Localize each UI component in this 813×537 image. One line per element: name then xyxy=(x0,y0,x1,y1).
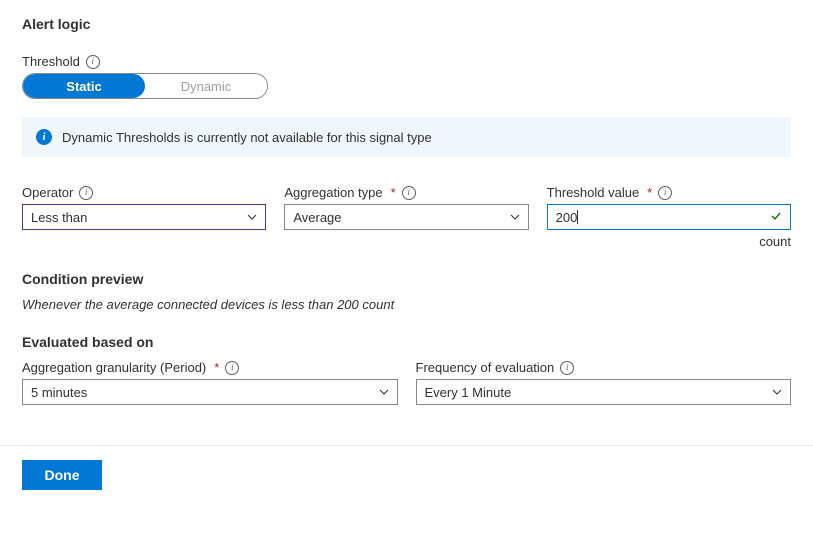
frequency-value: Every 1 Minute xyxy=(425,385,512,400)
chevron-down-icon xyxy=(379,387,389,397)
done-button[interactable]: Done xyxy=(22,460,102,490)
frequency-label: Frequency of evaluation i xyxy=(416,360,792,375)
threshold-value-label-text: Threshold value xyxy=(547,185,640,200)
evaluated-heading: Evaluated based on xyxy=(22,334,791,350)
chevron-down-icon xyxy=(247,212,257,222)
condition-preview-text: Whenever the average connected devices i… xyxy=(22,297,791,312)
info-icon[interactable]: i xyxy=(225,361,239,375)
threshold-toggle: Static Dynamic xyxy=(22,73,268,99)
threshold-value-label: Threshold value * i xyxy=(547,185,791,200)
required-asterisk: * xyxy=(214,360,219,375)
threshold-unit: count xyxy=(547,234,791,249)
operator-select[interactable]: Less than xyxy=(22,204,266,230)
info-icon[interactable]: i xyxy=(402,186,416,200)
operator-value: Less than xyxy=(31,210,87,225)
frequency-label-text: Frequency of evaluation xyxy=(416,360,555,375)
aggregation-select[interactable]: Average xyxy=(284,204,528,230)
granularity-select[interactable]: 5 minutes xyxy=(22,379,398,405)
threshold-option-dynamic[interactable]: Dynamic xyxy=(145,74,267,98)
aggregation-value: Average xyxy=(293,210,341,225)
text-cursor xyxy=(577,210,578,224)
chevron-down-icon xyxy=(510,212,520,222)
section-title-alert-logic: Alert logic xyxy=(22,16,791,32)
info-icon[interactable]: i xyxy=(86,55,100,69)
granularity-label-text: Aggregation granularity (Period) xyxy=(22,360,206,375)
granularity-value: 5 minutes xyxy=(31,385,87,400)
condition-preview-heading: Condition preview xyxy=(22,271,791,287)
threshold-option-static[interactable]: Static xyxy=(23,74,145,98)
check-icon xyxy=(770,210,782,225)
operator-label-text: Operator xyxy=(22,185,73,200)
threshold-label-text: Threshold xyxy=(22,54,80,69)
required-asterisk: * xyxy=(647,185,652,200)
threshold-label: Threshold i xyxy=(22,54,791,69)
info-banner: i Dynamic Thresholds is currently not av… xyxy=(22,117,791,157)
operator-label: Operator i xyxy=(22,185,266,200)
required-asterisk: * xyxy=(391,185,396,200)
threshold-value-input[interactable]: 200 xyxy=(547,204,791,230)
info-icon[interactable]: i xyxy=(658,186,672,200)
info-icon[interactable]: i xyxy=(560,361,574,375)
chevron-down-icon xyxy=(772,387,782,397)
info-banner-text: Dynamic Thresholds is currently not avai… xyxy=(62,130,432,145)
aggregation-label-text: Aggregation type xyxy=(284,185,382,200)
aggregation-label: Aggregation type * i xyxy=(284,185,528,200)
info-icon[interactable]: i xyxy=(79,186,93,200)
frequency-select[interactable]: Every 1 Minute xyxy=(416,379,792,405)
threshold-value-text: 200 xyxy=(556,210,578,225)
granularity-label: Aggregation granularity (Period) * i xyxy=(22,360,398,375)
info-icon: i xyxy=(36,129,52,145)
